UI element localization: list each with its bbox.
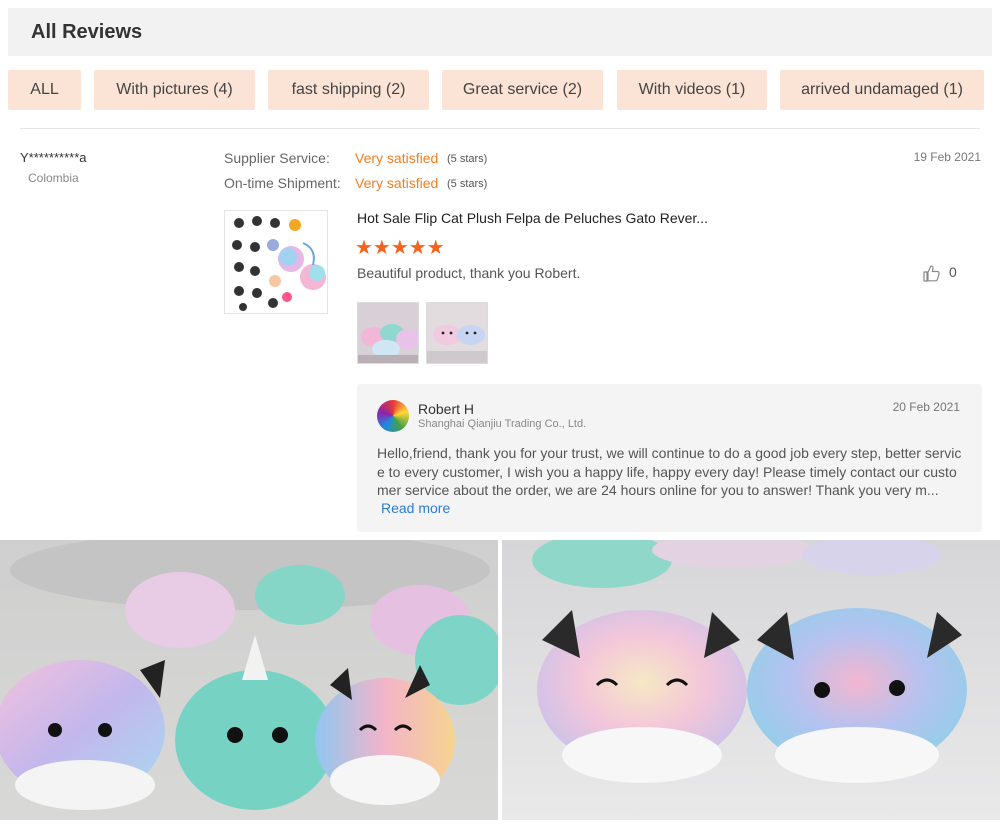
- shipment-value: Very satisfied: [355, 175, 439, 191]
- review-text: Beautiful product, thank you Robert.: [357, 265, 581, 281]
- shipment-stars: (5 stars): [447, 178, 488, 190]
- seller-avatar: [377, 400, 409, 432]
- product-photo-left: [0, 540, 498, 820]
- reviewer-name: Y**********a: [20, 150, 87, 165]
- review-photo-2-image: [427, 303, 487, 363]
- thumbs-up-icon: [923, 265, 940, 282]
- reviewer-country: Colombia: [28, 171, 79, 185]
- filter-with-pictures[interactable]: With pictures (4): [94, 70, 255, 110]
- filter-all[interactable]: ALL: [8, 70, 81, 110]
- filter-great-service[interactable]: Great service (2): [442, 70, 603, 110]
- reviews-title: All Reviews: [31, 21, 143, 43]
- plush-photo-right-image: [502, 540, 1000, 820]
- filter-fast-shipping[interactable]: fast shipping (2): [268, 70, 429, 110]
- product-title[interactable]: Hot Sale Flip Cat Plush Felpa de Peluche…: [357, 210, 708, 226]
- filter-with-videos[interactable]: With videos (1): [617, 70, 767, 110]
- seller-name: Robert H: [418, 401, 475, 417]
- product-thumbnail-image: [225, 211, 327, 313]
- review-photo-1[interactable]: [357, 302, 419, 364]
- product-photo-right: [502, 540, 1000, 820]
- review-photo-1-image: [358, 303, 418, 363]
- review-star-rating: ★★★★★: [355, 237, 445, 259]
- shipment-label: On-time Shipment:: [224, 175, 341, 191]
- divider: [20, 128, 980, 129]
- seller-company: Shanghai Qianjiu Trading Co., Ltd.: [418, 418, 587, 430]
- review-date: 19 Feb 2021: [913, 150, 981, 164]
- product-thumbnail[interactable]: [224, 210, 328, 314]
- plush-photo-left-image: [0, 540, 498, 820]
- helpful-button[interactable]: 0: [922, 263, 962, 285]
- reviews-header: All Reviews: [8, 8, 992, 56]
- supplier-service-stars: (5 stars): [447, 153, 488, 165]
- read-more-link[interactable]: Read more: [381, 500, 450, 516]
- review-photo-2[interactable]: [426, 302, 488, 364]
- reply-text: Hello,friend, thank you for your trust, …: [377, 445, 962, 498]
- seller-reply: Robert H Shanghai Qianjiu Trading Co., L…: [357, 384, 982, 532]
- supplier-service-value: Very satisfied: [355, 150, 439, 166]
- supplier-service-label: Supplier Service:: [224, 150, 330, 166]
- helpful-count: 0: [949, 264, 957, 280]
- filter-arrived-undamaged[interactable]: arrived undamaged (1): [780, 70, 984, 110]
- reply-date: 20 Feb 2021: [892, 400, 960, 414]
